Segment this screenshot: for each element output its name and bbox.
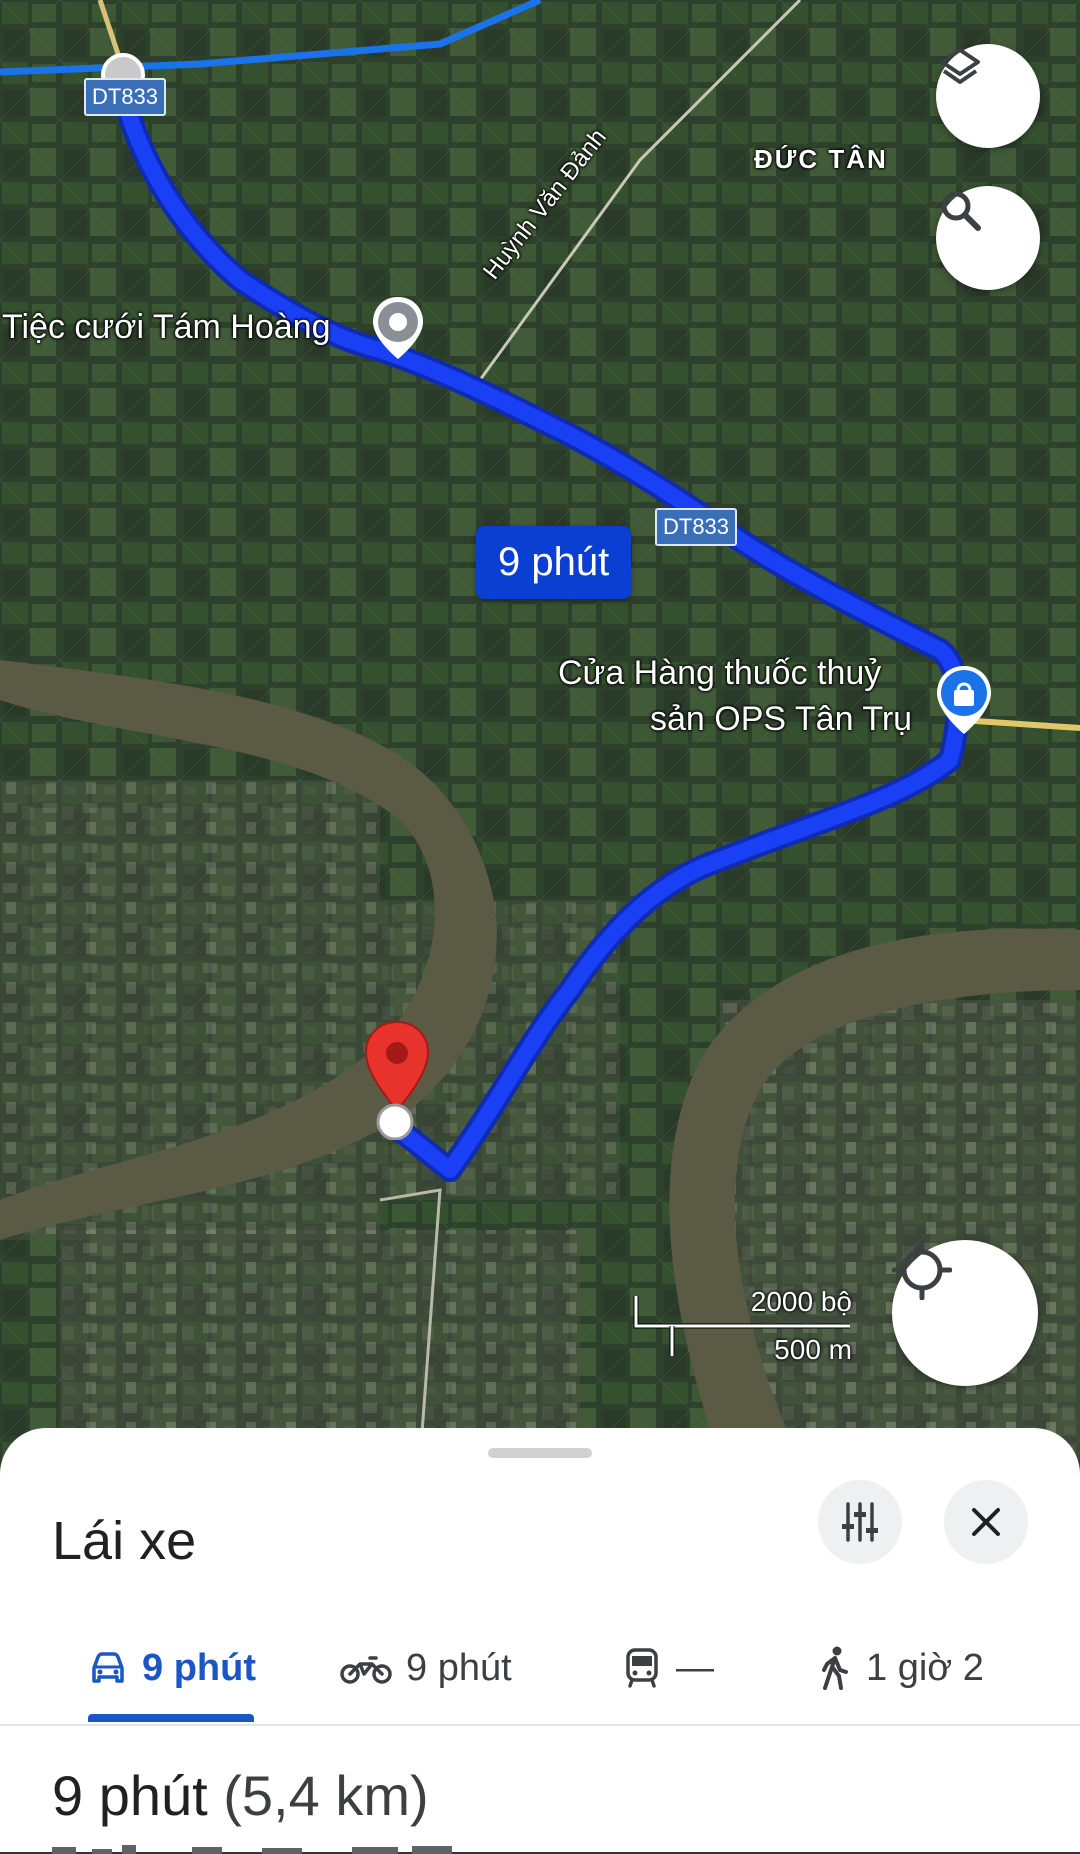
poi-pin-wedding[interactable]	[370, 295, 426, 359]
shopping-bag-pin-icon	[937, 666, 991, 734]
sheet-title: Lái xe	[52, 1511, 197, 1571]
route-time-badge[interactable]: 9 phút	[476, 526, 632, 599]
route-summary-time: 9 phút	[52, 1764, 208, 1827]
directions-sheet[interactable]: Lái xe 9 phút 9 phút — 1 giờ 2 9 phút (5…	[0, 1428, 1080, 1854]
route-summary-distance: (5,4 km)	[223, 1764, 429, 1827]
map-view[interactable]: DT833 DT833 ĐỨC TÂN Huỳnh Văn Đảnh Tiệc …	[0, 0, 1080, 1460]
sheet-drag-handle[interactable]	[488, 1448, 592, 1458]
tab-motorbike[interactable]: 9 phút	[340, 1608, 512, 1728]
poi-label-shop-line2[interactable]: sản OPS Tân Trụ	[650, 700, 912, 739]
my-location-icon	[892, 1240, 952, 1300]
tabs-divider	[0, 1724, 1080, 1726]
search-icon	[941, 191, 981, 231]
tab-driving-label: 9 phút	[142, 1646, 256, 1689]
scale-meters-label: 500 m	[774, 1334, 852, 1365]
poi-label-shop-line1[interactable]: Cửa Hàng thuốc thuỷ	[558, 654, 881, 693]
close-icon	[972, 1508, 1000, 1536]
active-tab-indicator	[88, 1714, 254, 1722]
tab-motorbike-label: 9 phút	[406, 1646, 512, 1689]
road-shield-route: DT833	[655, 508, 738, 546]
my-location-button[interactable]	[892, 1240, 1038, 1386]
car-icon	[92, 1652, 124, 1683]
road-shield-top: DT833	[84, 78, 167, 116]
scale-feet-label: 2000 bộ	[750, 1286, 852, 1317]
travel-mode-tabs: 9 phút 9 phút — 1 giờ 2	[0, 1608, 1080, 1728]
motorbike-icon	[340, 1656, 392, 1684]
truncated-text-icon	[52, 1845, 452, 1854]
destination-pin-icon	[364, 1020, 430, 1140]
sliders-icon	[842, 1502, 878, 1542]
route-summary[interactable]: 9 phút (5,4 km)	[52, 1763, 429, 1828]
place-pin-icon	[373, 297, 423, 359]
route-summary-subtext-cut	[52, 1842, 492, 1854]
tab-walking-label: 1 giờ 2	[866, 1646, 984, 1689]
poi-label-wedding[interactable]: Tiệc cưới Tám Hoàng	[2, 308, 331, 347]
transit-icon	[626, 1648, 658, 1688]
poi-pin-shop[interactable]	[934, 664, 994, 736]
search-button[interactable]	[936, 186, 1040, 290]
area-label: ĐỨC TÂN	[754, 144, 888, 174]
map-scale: 2000 bộ 500 m	[632, 1282, 852, 1365]
route-options-button[interactable]	[818, 1480, 902, 1564]
tab-walking[interactable]: 1 giờ 2	[818, 1608, 984, 1728]
tab-transit[interactable]: —	[622, 1608, 714, 1728]
close-button[interactable]	[944, 1480, 1028, 1564]
tab-transit-label: —	[676, 1646, 714, 1689]
layers-icon	[940, 48, 980, 84]
tab-driving[interactable]: 9 phút	[88, 1608, 256, 1728]
walk-icon	[822, 1646, 848, 1690]
destination-marker[interactable]	[362, 1020, 432, 1140]
layers-button[interactable]	[936, 44, 1040, 148]
